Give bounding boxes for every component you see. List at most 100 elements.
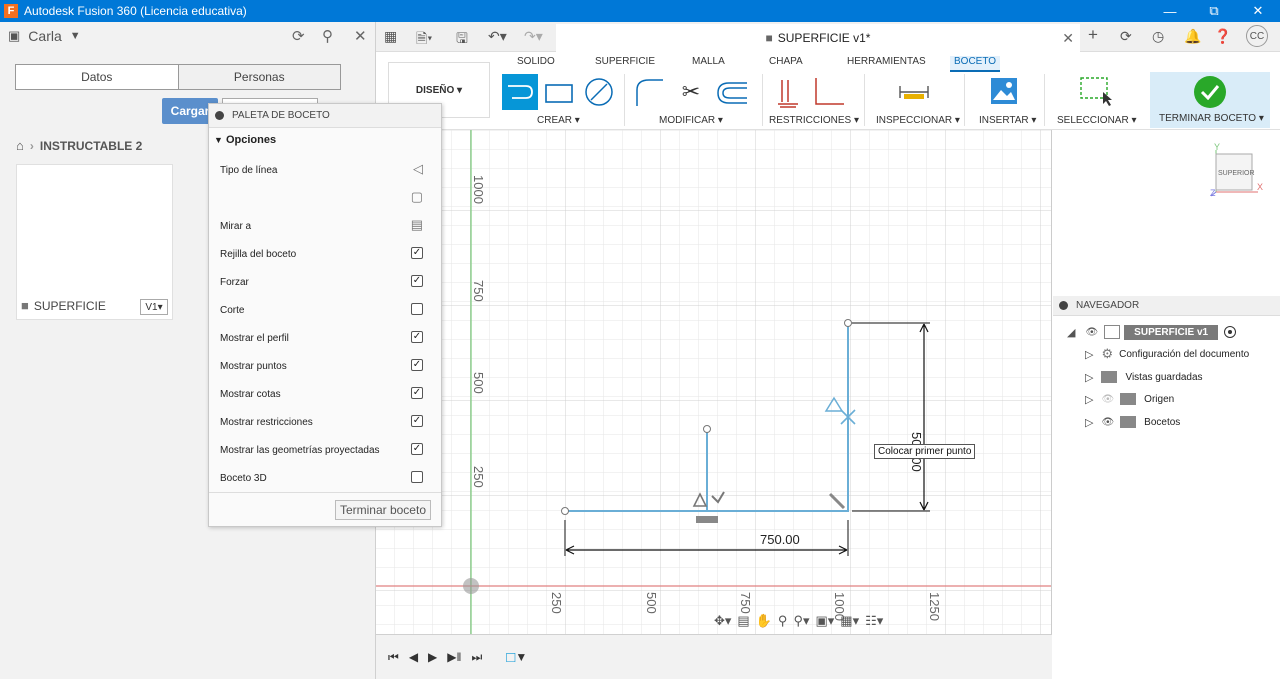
help-icon[interactable]: ❓ <box>1214 28 1231 45</box>
navigator-item[interactable]: ▷ Vistas guardadas <box>1085 367 1203 387</box>
triangle-icon[interactable]: ◢ <box>1067 326 1075 339</box>
navigator-item[interactable]: ▷ 👁 Bocetos <box>1085 412 1180 432</box>
job-status-icon[interactable]: ◷ <box>1152 28 1164 45</box>
collapse-icon[interactable] <box>1059 301 1068 310</box>
palette-checkbox[interactable]: ✓ <box>411 359 423 371</box>
tab-boceto[interactable]: BOCETO <box>950 56 1001 72</box>
file-thumbnail[interactable]: ■ SUPERFICIE V1▾ <box>16 164 173 320</box>
tab-datos[interactable]: Datos <box>16 65 178 89</box>
viewports-icon[interactable]: ☷▾ <box>865 613 883 629</box>
redo-icon[interactable]: ↷▾ <box>524 28 543 45</box>
palette-row[interactable]: Forzar ✓ <box>220 272 435 292</box>
palette-row[interactable]: Mirar a ▤ <box>220 216 435 236</box>
play-icon[interactable]: ▶ <box>428 650 437 664</box>
palette-checkbox[interactable]: ✓ <box>411 275 423 287</box>
group-inspeccionar[interactable]: INSPECCIONAR ▾ <box>876 115 960 126</box>
notifications-icon[interactable]: 🔔 <box>1184 28 1201 45</box>
group-crear[interactable]: CREAR ▾ <box>537 115 580 126</box>
eye-icon[interactable]: 👁 <box>1085 327 1098 338</box>
palette-row[interactable]: Mostrar el perfil ✓ <box>220 328 435 348</box>
palette-section[interactable]: ▼ Opciones <box>214 134 276 146</box>
measure-icon[interactable] <box>896 78 932 106</box>
palette-row[interactable]: Mostrar cotas ✓ <box>220 384 435 404</box>
display-settings-icon[interactable]: ▣▾ <box>815 613 834 629</box>
chevron-down-icon[interactable]: ▼ <box>70 30 81 42</box>
palette-checkbox[interactable]: ✓ <box>411 387 423 399</box>
eye-hidden-icon[interactable]: 👁 <box>1101 394 1114 405</box>
eye-icon[interactable]: 👁 <box>1101 417 1114 428</box>
checkmark-icon[interactable] <box>1194 76 1226 108</box>
user-avatar[interactable]: CC <box>1246 25 1268 47</box>
offset-tool-icon[interactable] <box>714 78 750 108</box>
palette-checkbox[interactable]: ✓ <box>411 443 423 455</box>
palette-checkbox[interactable]: ✓ <box>411 331 423 343</box>
caret-down-icon[interactable]: ▼ <box>214 135 223 145</box>
activate-radio-icon[interactable] <box>1224 326 1237 338</box>
group-seleccionar[interactable]: SELECCIONAR ▾ <box>1057 115 1136 126</box>
file-menu-icon[interactable]: 🗎▾ <box>416 28 432 52</box>
palette-row[interactable]: Mostrar puntos ✓ <box>220 356 435 376</box>
palette-row[interactable]: Boceto 3D <box>220 468 435 488</box>
apps-grid-icon[interactable]: ▦ <box>384 28 397 45</box>
line-tool-icon[interactable] <box>502 74 538 110</box>
group-terminar-boceto[interactable]: TERMINAR BOCETO ▾ <box>1159 113 1264 124</box>
perpendicular-constraint-icon[interactable] <box>812 74 846 110</box>
look-at-icon[interactable]: ▤ <box>411 217 423 233</box>
palette-checkbox[interactable]: ✓ <box>411 247 423 259</box>
sketch-timeline-icon[interactable]: □ <box>506 649 515 666</box>
zoom-icon[interactable]: ⚲ <box>778 613 788 629</box>
tab-solido[interactable]: SOLIDO <box>517 56 555 72</box>
orbit-icon[interactable]: ✥▾ <box>714 613 731 629</box>
palette-checkbox[interactable]: ✓ <box>411 415 423 427</box>
minimize-icon[interactable]: — <box>1148 0 1192 22</box>
palette-row[interactable]: Rejilla del boceto ✓ <box>220 244 435 264</box>
navigator-root[interactable]: ◢ 👁 SUPERFICIE v1 <box>1067 322 1237 342</box>
finish-sketch-area[interactable]: TERMINAR BOCETO ▾ <box>1150 72 1270 128</box>
extensions-icon[interactable]: ⟳ <box>1120 28 1132 45</box>
new-tab-icon[interactable]: + <box>1088 25 1098 45</box>
first-step-icon[interactable]: ⏮ <box>388 650 399 665</box>
tab-malla[interactable]: MALLA <box>692 56 725 72</box>
palette-checkbox[interactable] <box>411 303 423 315</box>
tab-personas[interactable]: Personas <box>177 65 340 89</box>
timeline-marker-icon[interactable]: ▼ <box>515 650 527 664</box>
navigator-item[interactable]: ▷ 👁 Origen <box>1085 389 1174 409</box>
circle-tool-icon[interactable] <box>582 74 616 110</box>
palette-row[interactable]: Mostrar las geometrías proyectadas ✓ <box>220 440 435 460</box>
expand-icon[interactable]: ▷ <box>1085 393 1093 406</box>
construction-icon[interactable]: ▢ <box>411 189 423 205</box>
undo-icon[interactable]: ↶▾ <box>488 28 507 45</box>
tab-herramientas[interactable]: HERRAMIENTAS <box>847 56 926 72</box>
group-modificar[interactable]: MODIFICAR ▾ <box>659 115 723 126</box>
search-icon[interactable]: ⚲ <box>322 27 333 45</box>
close-window-icon[interactable]: ✕ <box>1236 0 1280 22</box>
last-step-icon[interactable]: ⏭ <box>471 650 482 665</box>
pan-hand-icon[interactable]: ✋ <box>756 613 772 629</box>
palette-row[interactable]: Tipo de línea ◁ <box>220 160 435 180</box>
linetype-icon[interactable]: ◁ <box>413 161 423 177</box>
dimension-horizontal-value[interactable]: 750.00 <box>760 532 800 547</box>
rectangle-tool-icon[interactable] <box>542 78 576 108</box>
coincident-constraint-icon[interactable] <box>774 74 802 110</box>
tab-chapa[interactable]: CHAPA <box>769 56 803 72</box>
collapse-icon[interactable] <box>215 111 224 120</box>
navigator-item[interactable]: ▷ ⚙ Configuración del documento <box>1085 344 1249 364</box>
viewcube-face[interactable]: SUPERIOR <box>1218 170 1255 177</box>
expand-icon[interactable]: ▷ <box>1085 371 1093 384</box>
project-name[interactable]: INSTRUCTABLE 2 <box>40 139 142 153</box>
tab-superficie[interactable]: SUPERFICIE <box>595 56 655 72</box>
user-name[interactable]: Carla <box>28 28 61 44</box>
save-icon[interactable]: 🖫 <box>456 28 468 52</box>
look-at-icon[interactable]: ▤ <box>737 613 749 629</box>
grid-settings-icon[interactable]: ▦▾ <box>840 613 859 629</box>
fillet-tool-icon[interactable] <box>632 74 666 110</box>
version-select[interactable]: V1▾ <box>140 299 168 315</box>
palette-row[interactable]: Corte <box>220 300 435 320</box>
restore-icon[interactable]: ⧉ <box>1192 0 1236 22</box>
trim-scissors-icon[interactable]: ✂ <box>674 74 708 110</box>
zoom-window-icon[interactable]: ⚲▾ <box>793 613 809 629</box>
palette-row[interactable]: Mostrar restricciones ✓ <box>220 412 435 432</box>
group-insertar[interactable]: INSERTAR ▾ <box>979 115 1036 126</box>
expand-icon[interactable]: ▷ <box>1085 348 1093 361</box>
home-icon[interactable]: ⌂ <box>16 138 24 153</box>
